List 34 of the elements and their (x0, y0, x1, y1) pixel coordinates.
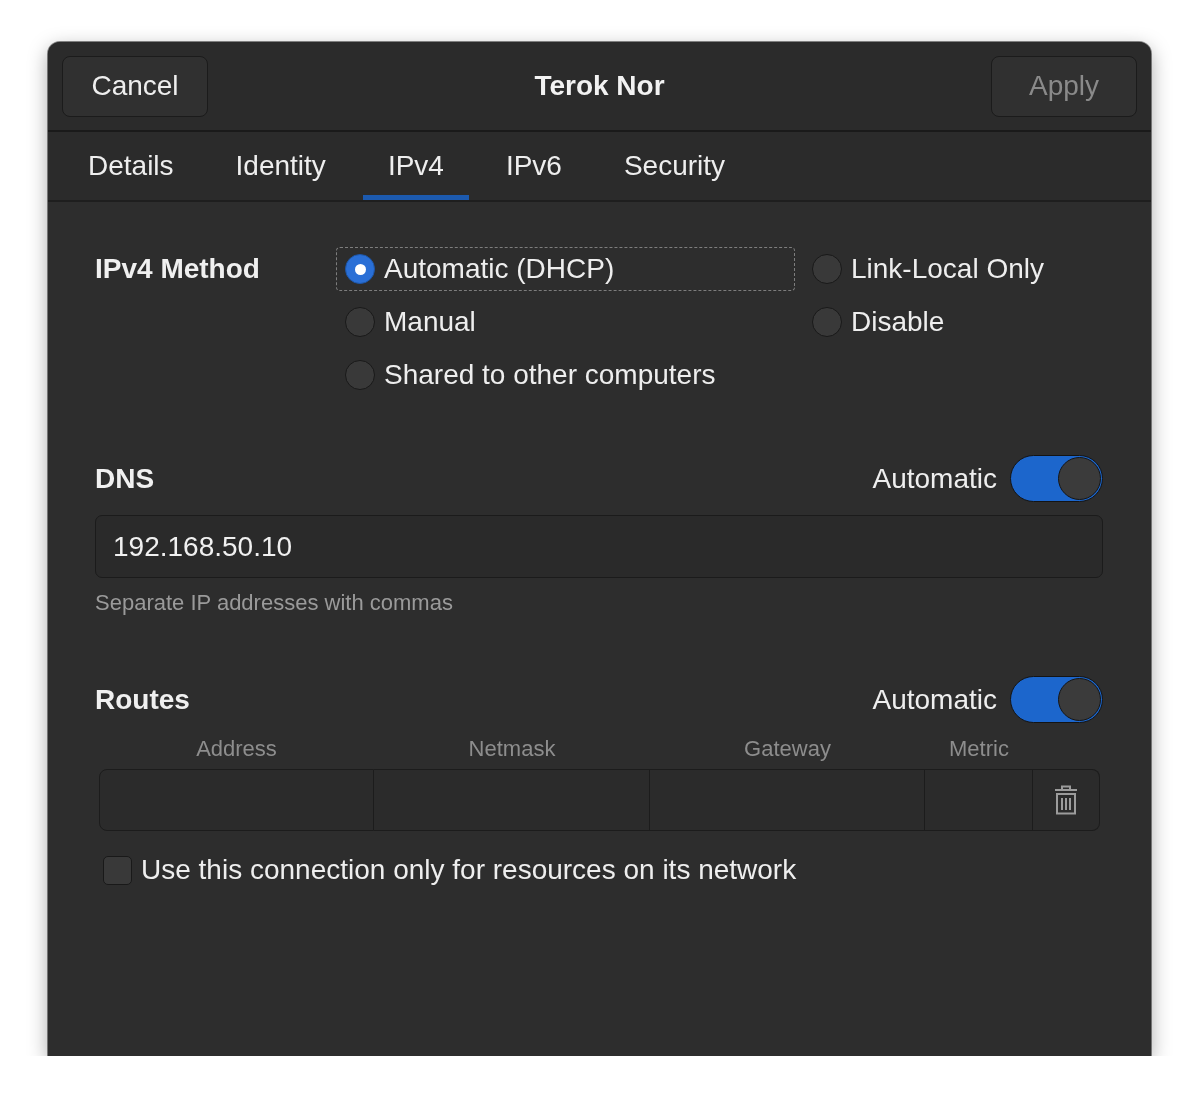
radio-icon[interactable] (345, 307, 375, 337)
radio-icon[interactable] (812, 307, 842, 337)
radio-option[interactable]: Link-Local Only (803, 247, 1053, 291)
switch-label: Automatic (872, 462, 997, 495)
radio-icon[interactable] (345, 254, 375, 284)
dns-field[interactable]: 192.168.50.10 (95, 515, 1103, 578)
tab[interactable]: IPv6 (480, 132, 587, 200)
radio-icon[interactable] (345, 360, 375, 390)
tab[interactable]: IPv4 (362, 132, 469, 200)
hint-text: Separate IP addresses with commas (95, 590, 453, 616)
radio-icon[interactable] (812, 254, 842, 284)
tab[interactable]: Security (598, 132, 751, 200)
tab[interactable]: Identity (210, 132, 351, 200)
delete-button[interactable] (1033, 769, 1100, 831)
trash-icon (1054, 785, 1078, 815)
checkbox[interactable] (103, 855, 132, 885)
column-header: Netmask (468, 736, 556, 762)
radio-option[interactable]: Manual (336, 300, 485, 344)
switch-label: Automatic (872, 683, 997, 716)
automatic-switch[interactable] (1010, 455, 1103, 502)
automatic-switch[interactable] (1010, 676, 1103, 723)
column-header: Address (196, 736, 277, 762)
section-title: Routes (95, 682, 190, 717)
radio-option[interactable]: Automatic (DHCP) (336, 247, 795, 291)
column-header: Metric (949, 736, 1009, 762)
cancel-button[interactable]: Cancel (62, 55, 208, 117)
column-header: Gateway (744, 736, 831, 762)
section-title: IPv4 Method (95, 252, 260, 286)
section-title: DNS (95, 461, 155, 496)
tab[interactable]: Details (63, 132, 199, 200)
window-title: Terok Nor (534, 70, 665, 102)
radio-option[interactable]: Disable (803, 300, 954, 344)
checkbox-option[interactable]: Use this connection only for resources on its network (103, 854, 797, 886)
radio-option[interactable]: Shared to other computers (336, 353, 725, 397)
